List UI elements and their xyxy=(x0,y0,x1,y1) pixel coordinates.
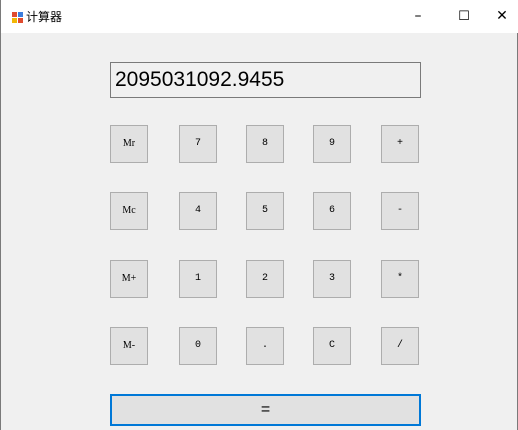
app-window-icon xyxy=(12,12,23,23)
digit-3-button[interactable]: 3 xyxy=(313,260,351,298)
minus-button[interactable]: - xyxy=(381,192,419,230)
decimal-point-button[interactable]: . xyxy=(246,327,284,365)
equals-button[interactable]: = xyxy=(110,394,421,426)
digit-0-button[interactable]: 0 xyxy=(179,327,217,365)
memory-clear-button[interactable]: Mc xyxy=(110,192,148,230)
memory-subtract-button[interactable]: M- xyxy=(110,327,148,365)
minimize-button[interactable]: – xyxy=(395,0,441,33)
digit-9-button[interactable]: 9 xyxy=(313,125,351,163)
digit-5-button[interactable]: 5 xyxy=(246,192,284,230)
result-display[interactable]: 2095031092.9455 xyxy=(110,62,421,98)
plus-button[interactable]: + xyxy=(381,125,419,163)
digit-2-button[interactable]: 2 xyxy=(246,260,284,298)
digit-8-button[interactable]: 8 xyxy=(246,125,284,163)
calculator-window: 计算器 – ☐ ✕ 2095031092.9455 Mr 7 8 9 + Mc … xyxy=(0,0,518,430)
window-title: 计算器 xyxy=(26,10,63,24)
memory-add-button[interactable]: M+ xyxy=(110,260,148,298)
digit-6-button[interactable]: 6 xyxy=(313,192,351,230)
digit-1-button[interactable]: 1 xyxy=(179,260,217,298)
title-bar[interactable]: 计算器 – ☐ ✕ xyxy=(1,0,518,33)
digit-7-button[interactable]: 7 xyxy=(179,125,217,163)
digit-4-button[interactable]: 4 xyxy=(179,192,217,230)
memory-recall-button[interactable]: Mr xyxy=(110,125,148,163)
multiply-button[interactable]: * xyxy=(381,260,419,298)
clear-button[interactable]: C xyxy=(313,327,351,365)
divide-button[interactable]: / xyxy=(381,327,419,365)
close-button[interactable]: ✕ xyxy=(479,0,518,33)
